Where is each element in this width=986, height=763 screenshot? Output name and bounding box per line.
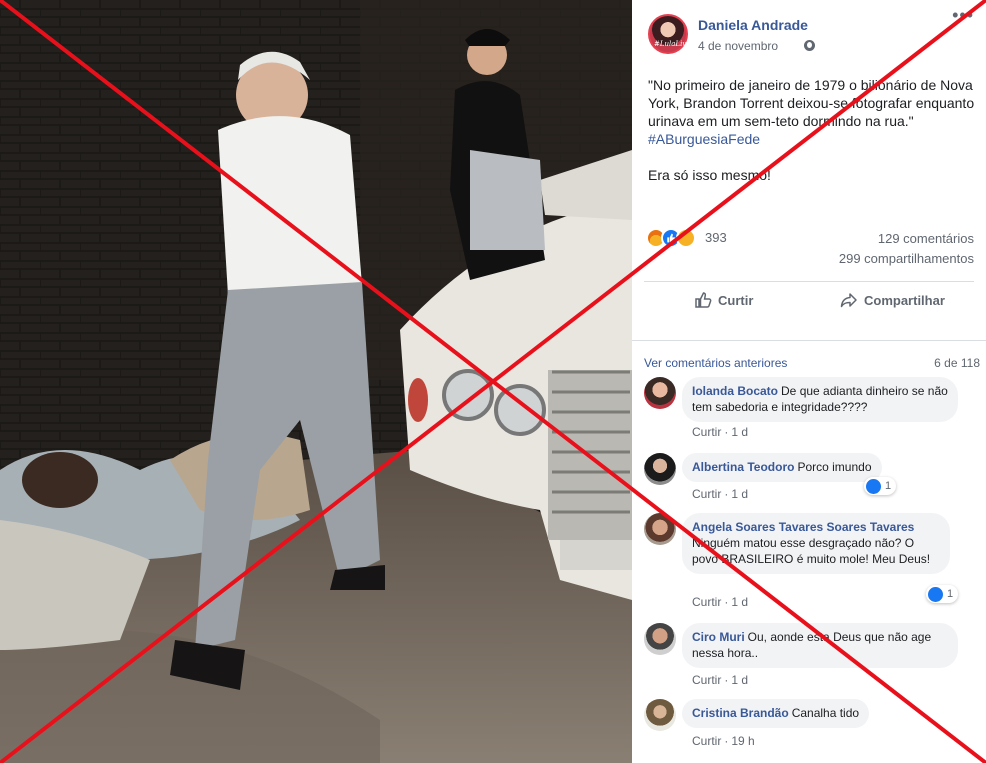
comment-reactions[interactable]: 1 [926,585,959,603]
comment-bubble: Ciro Muri Ou, aonde esta Deus que não age… [682,623,958,668]
comment-meta: Curtir · 1 d [692,595,749,609]
commenter-name[interactable]: Albertina Teodoro [692,460,794,474]
post-body: "No primeiro de janeiro de 1979 o bilion… [648,76,978,202]
photo-scene [0,0,632,763]
thumbs-up-icon [695,292,712,308]
comments-count-link[interactable]: 129 comentários [878,231,974,246]
share-button[interactable]: Compartilhar [840,282,945,318]
comment-bubble: Iolanda Bocato De que adianta dinheiro se… [682,377,958,422]
post-panel: #LulaLivre Daniela Andrade 4 de novembro… [632,0,986,763]
comment-text: Porco imundo [797,460,872,474]
comment-meta: Curtir · 1 d [692,487,749,501]
post-quote: "No primeiro de janeiro de 1979 o bilion… [648,77,975,129]
previous-comments-link[interactable]: Ver comentários anteriores [644,356,787,370]
comment-bubble: Angela Soares Tavares Soares Tavares Ning… [682,513,950,574]
comment-time[interactable]: 19 h [731,734,754,748]
comment-reaction-count: 1 [885,480,892,492]
share-arrow-icon [840,293,857,308]
globe-icon [804,40,815,51]
shares-count-link[interactable]: 299 compartilhamentos [839,251,974,266]
commenter-name[interactable]: Angela Soares Tavares Soares Tavares [692,519,937,535]
comment-like-link[interactable]: Curtir [692,487,721,501]
comment-meta: Curtir · 19 h [692,734,755,748]
avatar-caption: #LulaLivre [654,40,694,48]
like-label: Curtir [718,292,754,308]
comment-time[interactable]: 1 d [731,425,748,439]
share-label: Compartilhar [864,292,945,308]
comment-meta: Curtir · 1 d [692,673,749,687]
post-date[interactable]: 4 de novembro [698,39,778,53]
comment-meta: Curtir · 1 d [692,425,749,439]
comment-time[interactable]: 1 d [731,595,748,609]
comment-reactions[interactable]: 1 [864,477,897,495]
like-reaction-icon [928,586,943,602]
comment-bubble: Albertina Teodoro Porco imundo [682,453,882,482]
comment-bubble: Cristina Brandão Canalha tido [682,699,870,728]
sad-reaction-icon [676,228,696,248]
commenter-avatar[interactable] [644,377,676,409]
author-name[interactable]: Daniela Andrade [698,17,808,33]
commenter-name[interactable]: Ciro Muri [692,630,745,644]
comment-text: Canalha tido [791,706,860,720]
comment-like-link[interactable]: Curtir [692,425,721,439]
author-avatar[interactable]: #LulaLivre [648,14,694,54]
comment-time[interactable]: 1 d [731,673,748,687]
reaction-count: 393 [705,230,727,245]
hashtag-link[interactable]: #ABurguesiaFede [648,130,978,148]
comment-like-link[interactable]: Curtir [692,595,721,609]
comment-time[interactable]: 1 d [731,487,748,501]
post-actions: Curtir Compartilhar [632,282,986,318]
commenter-name[interactable]: Iolanda Bocato [692,384,778,398]
comment-text: Ninguém matou esse desgraçado não? O pov… [692,536,931,566]
comments-section: Ver comentários anteriores 6 de 118 Iola… [632,340,986,763]
comment-reaction-count: 1 [947,588,954,600]
comments-pager: 6 de 118 [934,356,980,370]
like-button[interactable]: Curtir [694,282,753,318]
more-options-icon[interactable]: ••• [952,6,974,24]
commenter-avatar[interactable] [644,699,676,731]
commenter-name[interactable]: Cristina Brandão [692,706,789,720]
post-photo[interactable] [0,0,632,763]
comment-like-link[interactable]: Curtir [692,734,721,748]
commenter-avatar[interactable] [644,513,676,545]
commenter-avatar[interactable] [644,623,676,655]
post-tail: Era só isso mesmo! [648,167,771,183]
commenter-avatar[interactable] [644,453,676,485]
comment-like-link[interactable]: Curtir [692,673,721,687]
like-reaction-icon [866,478,881,494]
